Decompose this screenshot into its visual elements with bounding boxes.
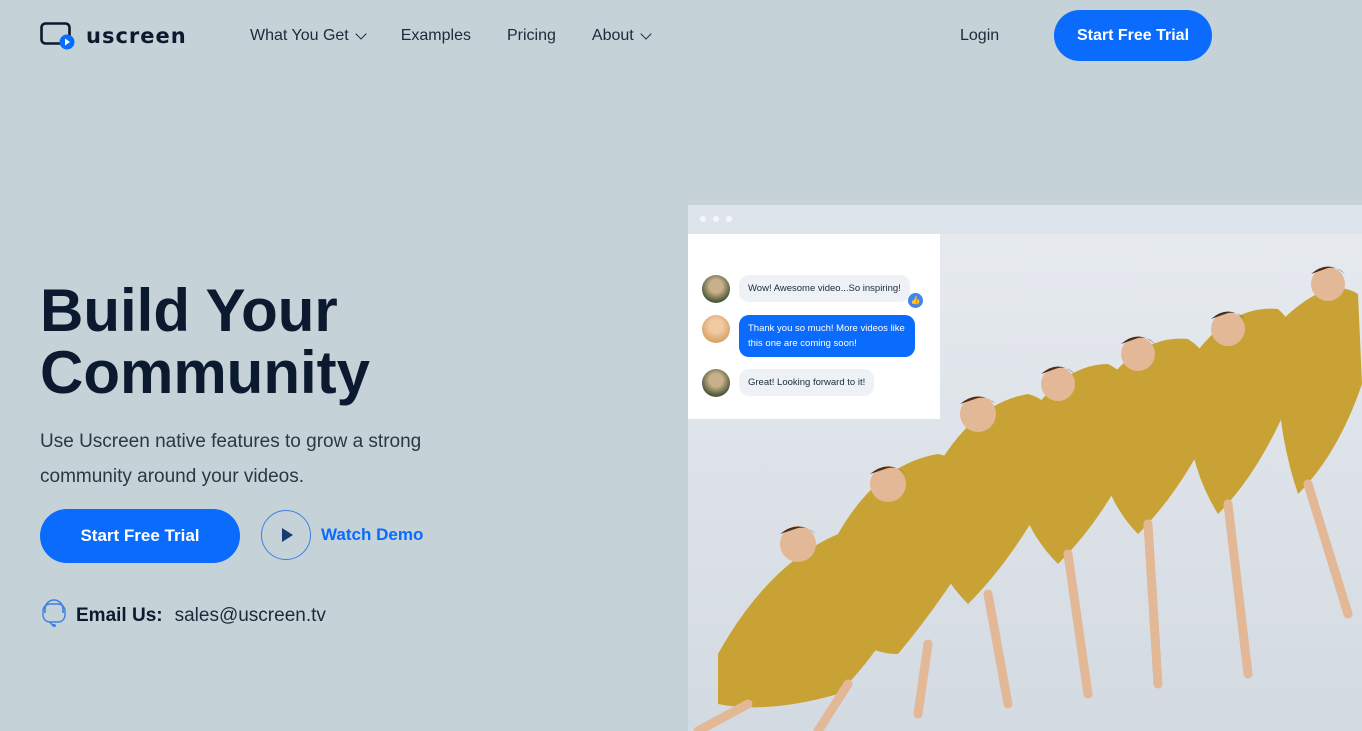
chat-panel: Wow! Awesome video...So inspiring! 👍 Tha…: [688, 234, 940, 419]
hero-title-line: Community: [40, 339, 370, 406]
dancers-photo: Wow! Awesome video...So inspiring! 👍 Tha…: [688, 234, 1362, 731]
window-dot: [726, 216, 732, 222]
nav-item-examples[interactable]: Examples: [401, 27, 471, 45]
chat-bubble: Great! Looking forward to it!: [739, 369, 875, 396]
login-link[interactable]: Login: [960, 27, 999, 45]
chat-bubble: Thank you so much! More videos like this…: [739, 315, 915, 357]
nav-item-label: About: [591, 27, 634, 44]
email-link[interactable]: sales@uscreen.tv: [175, 605, 326, 627]
avatar: [702, 369, 730, 397]
email-contact: Email Us: sales@uscreen.tv: [40, 598, 326, 634]
browser-window-bar: [688, 205, 1362, 234]
nav-item-pricing[interactable]: Pricing: [507, 27, 556, 45]
nav-item-label: Examples: [400, 27, 471, 44]
chat-message: Wow! Awesome video...So inspiring!: [702, 275, 910, 303]
headset-icon: [40, 598, 68, 634]
brand-logo[interactable]: uscreen: [40, 22, 187, 50]
watch-demo-button[interactable]: Watch Demo: [261, 510, 423, 560]
nav-item-what-you-get[interactable]: What You Get: [250, 27, 367, 45]
hero-subtitle: Use Uscreen native features to grow a st…: [40, 431, 422, 487]
hero-start-free-trial-button[interactable]: Start Free Trial: [40, 509, 240, 563]
nav-item-label: Pricing: [506, 27, 556, 44]
thumbs-up-icon: 👍: [908, 293, 923, 308]
window-dot: [713, 216, 719, 222]
chevron-down-icon: [355, 28, 367, 40]
video-play-logo-icon: [40, 22, 76, 50]
play-icon: [261, 510, 311, 560]
watch-demo-label: Watch Demo: [321, 525, 424, 544]
chat-bubble: Wow! Awesome video...So inspiring!: [739, 275, 910, 302]
hero-title: Build Your Community: [40, 280, 560, 404]
start-free-trial-button[interactable]: Start Free Trial: [1054, 10, 1212, 61]
brand-name: uscreen: [86, 24, 187, 48]
nav-item-about[interactable]: About: [591, 27, 652, 45]
avatar: [702, 275, 730, 303]
hero-title-line: Build Your: [40, 277, 338, 344]
nav-item-label: What You Get: [250, 27, 349, 44]
window-dot: [700, 216, 706, 222]
chevron-down-icon: [640, 28, 652, 40]
chat-message: Great! Looking forward to it!: [702, 369, 875, 397]
hero-visual: Wow! Awesome video...So inspiring! 👍 Tha…: [688, 205, 1362, 731]
email-label: Email Us:: [76, 605, 163, 626]
chat-message: Thank you so much! More videos like this…: [702, 315, 915, 357]
main-nav: What You Get Examples Pricing About: [250, 27, 652, 45]
avatar: [702, 315, 730, 343]
